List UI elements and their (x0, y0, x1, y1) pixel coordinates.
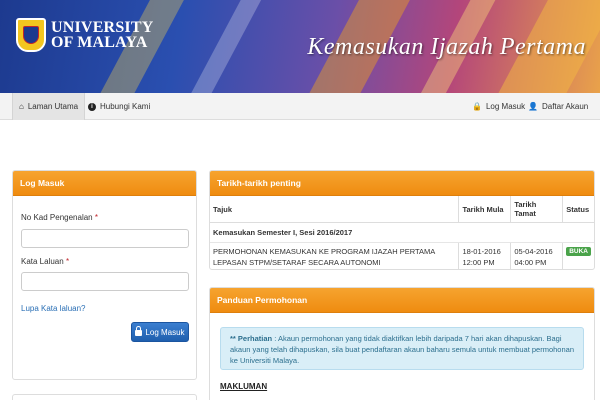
header-banner: UNIVERSITY OF MALAYA Kemasukan Ijazah Pe… (0, 0, 600, 93)
alert-prefix: ** Perhatian (230, 334, 273, 343)
row-start-time: 12:00 PM (462, 258, 495, 267)
nav-contact-label: Hubungi Kami (100, 102, 151, 111)
login-panel-title: Log Masuk (13, 171, 196, 196)
ic-label-text: No Kad Pengenalan (21, 213, 93, 222)
password-input[interactable] (21, 272, 189, 291)
login-button[interactable]: Log Masuk (131, 322, 189, 342)
lock-icon (135, 326, 143, 336)
required-mark: * (94, 213, 98, 222)
university-logo[interactable]: UNIVERSITY OF MALAYA (16, 18, 153, 52)
row-start: 18-01-2016 12:00 PM (458, 242, 511, 269)
lower-panel (12, 394, 197, 400)
group-title: Kemasukan Semester I, Sesi 2016/2017 (210, 222, 594, 243)
group-row: Kemasukan Semester I, Sesi 2016/2017 (210, 222, 594, 243)
col-start: Tarikh Mula (458, 196, 511, 223)
banner-title: Kemasukan Ijazah Pertama (307, 34, 586, 60)
table-row: PERMOHONAN KEMASUKAN KE PROGRAM IJAZAH P… (210, 242, 594, 269)
nav-home[interactable]: ⌂ Laman Utama (12, 93, 86, 120)
forgot-password-link[interactable]: Lupa Kata laluan? (21, 304, 86, 313)
status-badge: BUKA (566, 247, 591, 256)
password-label-text: Kata Laluan (21, 257, 64, 266)
nav-contact[interactable]: i Hubungi Kami (82, 93, 156, 120)
col-status: Status (562, 196, 594, 223)
home-icon: ⌂ (19, 102, 24, 111)
col-title: Tajuk (210, 196, 459, 223)
password-label: Kata Laluan * (21, 257, 69, 266)
nav-login-label: Log Masuk (485, 102, 526, 111)
login-button-label: Log Masuk (145, 327, 185, 337)
dates-panel-title: Tarikh-tarikh penting (210, 171, 594, 196)
top-nav: ⌂ Laman Utama i Hubungi Kami 🔒 Log Masuk… (0, 93, 600, 120)
logo-line1: UNIVERSITY (51, 19, 154, 36)
crest-icon (16, 18, 46, 52)
col-end: Tarikh Tamat (510, 196, 563, 223)
row-title: PERMOHONAN KEMASUKAN KE PROGRAM IJAZAH P… (210, 242, 459, 269)
login-panel: Log Masuk No Kad Pengenalan * Kata Lalua… (12, 170, 197, 380)
lock-icon: 🔒 (472, 102, 482, 111)
row-start-date: 18-01-2016 (462, 247, 501, 256)
nav-register[interactable]: 👤 Daftar Akaun (522, 93, 594, 120)
logo-text: UNIVERSITY OF MALAYA (51, 19, 154, 51)
row-end-time: 04:00 PM (514, 258, 547, 267)
required-mark: * (65, 257, 70, 266)
guide-panel: Panduan Permohonan ** Perhatian : Akaun … (209, 287, 595, 400)
makluman-heading: MAKLUMAN (220, 382, 268, 391)
nav-register-label: Daftar Akaun (541, 102, 589, 111)
ic-label: No Kad Pengenalan * (21, 213, 98, 222)
row-end-date: 05-04-2016 (514, 247, 553, 256)
notice-alert: ** Perhatian : Akaun permohonan yang tid… (220, 327, 584, 370)
info-icon: i (88, 102, 96, 111)
table-header-row: Tajuk Tarikh Mula Tarikh Tamat Status (210, 196, 594, 223)
row-end: 05-04-2016 04:00 PM (510, 242, 563, 269)
logo-line2: OF MALAYA (51, 34, 148, 51)
dates-panel: Tarikh-tarikh penting Tajuk Tarikh Mula … (209, 170, 595, 270)
nav-home-label: Laman Utama (27, 102, 79, 111)
dates-table: Tajuk Tarikh Mula Tarikh Tamat Status Ke… (210, 196, 594, 269)
user-icon: 👤 (528, 102, 538, 111)
alert-text: : Akaun permohonan yang tidak diaktifkan… (230, 334, 574, 365)
guide-panel-title: Panduan Permohonan (210, 288, 594, 313)
ic-input[interactable] (21, 229, 189, 248)
row-status: BUKA (562, 242, 594, 269)
